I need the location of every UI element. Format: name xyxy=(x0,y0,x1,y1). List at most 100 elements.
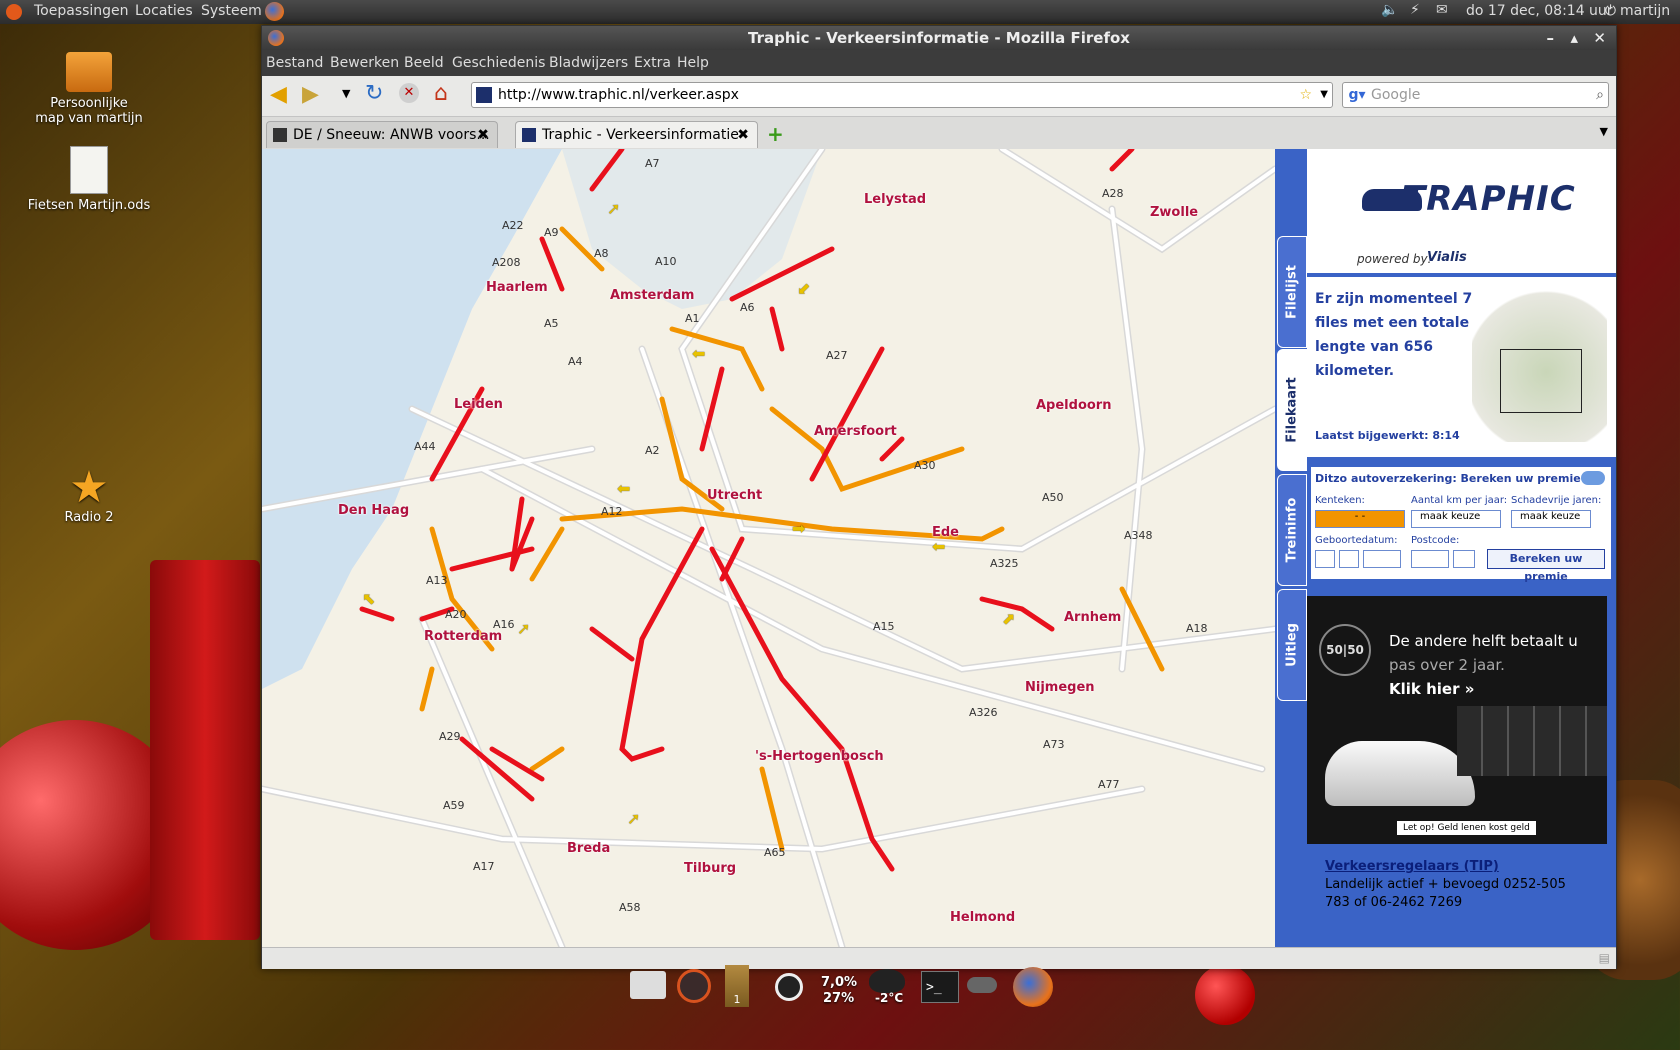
road-label: A4 xyxy=(568,355,583,368)
minimize-icon[interactable]: – xyxy=(1547,26,1555,50)
kenteken-input[interactable]: - - xyxy=(1315,510,1405,528)
mail-icon[interactable]: ✉ xyxy=(1436,2,1448,18)
tab-filelijst[interactable]: Filelijst xyxy=(1277,236,1307,348)
city-label[interactable]: Zwolle xyxy=(1150,205,1198,220)
tab-label: Traphic - Verkeersinformatie xyxy=(542,127,739,143)
postcode-letters-input[interactable] xyxy=(1453,550,1476,568)
road-label: A13 xyxy=(426,574,448,587)
desktop-icon-radio[interactable]: ★ Radio 2 xyxy=(19,466,159,526)
back-icon[interactable]: ◀ xyxy=(270,82,287,107)
insurance-title[interactable]: Ditzo autoverzekering: Bereken uw premie xyxy=(1315,472,1581,485)
city-label[interactable]: Den Haag xyxy=(338,503,409,518)
city-label[interactable]: 's-Hertogenbosch xyxy=(755,749,884,764)
tab-treininfo[interactable]: Treininfo xyxy=(1277,474,1307,586)
google-engine-icon[interactable]: g▾ xyxy=(1343,83,1371,107)
city-label[interactable]: Ede xyxy=(932,525,959,540)
url-dropdown-icon[interactable]: ▼ xyxy=(1320,83,1328,107)
volume-icon[interactable]: 🔈 xyxy=(1381,2,1398,18)
traphic-logo[interactable]: TRAPHIC xyxy=(1402,179,1576,219)
menu-places[interactable]: Locaties xyxy=(135,3,193,19)
stop-icon[interactable]: ✕ xyxy=(399,83,419,103)
weather-icon[interactable] xyxy=(869,969,905,993)
menu-help[interactable]: Help xyxy=(677,55,709,71)
minimap-thumbnail[interactable] xyxy=(1472,287,1607,442)
city-label[interactable]: Lelystad xyxy=(864,192,926,207)
tab-anwb[interactable]: DE / Sneeuw: ANWB voors... ✖ xyxy=(266,121,498,148)
city-label[interactable]: Haarlem xyxy=(486,280,548,295)
dock: 1 7,0% 27% -2°C >_ xyxy=(625,965,1055,1035)
maximize-icon[interactable]: ▴ xyxy=(1570,26,1578,50)
tab-close-icon[interactable]: ✖ xyxy=(477,122,489,148)
new-tab-icon[interactable]: + xyxy=(767,122,784,146)
city-label[interactable]: Utrecht xyxy=(707,488,762,503)
menu-file[interactable]: Bestand xyxy=(266,55,323,71)
tab-close-icon[interactable]: ✖ xyxy=(737,122,749,148)
ubuntu-logo-icon[interactable] xyxy=(6,4,22,20)
menu-bookmarks[interactable]: Bladwijzers xyxy=(549,55,628,71)
city-label[interactable]: Rotterdam xyxy=(424,629,502,644)
network-icon[interactable]: ⚡ xyxy=(1410,2,1420,18)
city-label[interactable]: Helmond xyxy=(950,910,1015,925)
title-bar[interactable]: Traphic - Verkeersinformatie - Mozilla F… xyxy=(262,26,1616,50)
schade-select[interactable]: maak keuze xyxy=(1511,510,1591,528)
reload-icon[interactable]: ↻ xyxy=(365,81,383,106)
ad-cta[interactable]: Klik hier » xyxy=(1389,680,1474,698)
city-label[interactable]: Breda xyxy=(567,841,610,856)
desktop-icon-home[interactable]: Persoonlijke map van martijn xyxy=(19,52,159,126)
bookmark-star-icon[interactable]: ☆ xyxy=(1299,83,1312,107)
ad-banner[interactable]: 50|50 De andere helft betaalt u pas over… xyxy=(1307,596,1607,844)
verkeersregelaars-link[interactable]: Verkeersregelaars (TIP) xyxy=(1325,859,1499,874)
firefox-launcher-icon[interactable] xyxy=(265,2,284,21)
city-label[interactable]: Apeldoorn xyxy=(1036,398,1111,413)
firefox-dock-icon[interactable] xyxy=(1013,967,1053,1007)
postcode-digits-input[interactable] xyxy=(1411,550,1449,568)
vialis-logo[interactable]: Vialis xyxy=(1427,250,1467,265)
city-label[interactable]: Leiden xyxy=(454,397,503,412)
menu-history[interactable]: Geschiedenis xyxy=(452,55,545,71)
postcode-fields[interactable] xyxy=(1411,550,1476,568)
traffic-map[interactable]: ➚ ⬅ ⬋ ⬅ ➡ ➚ ➚ ⬅ ⬈ ⬉ Lelystad Zwolle Haar… xyxy=(262,149,1275,947)
km-select[interactable]: maak keuze xyxy=(1411,510,1501,528)
road-label: A28 xyxy=(1102,187,1124,200)
forward-icon[interactable]: ▶ xyxy=(302,82,319,107)
search-box[interactable]: g▾ Google ⌕ xyxy=(1342,82,1609,108)
calculate-premium-button[interactable]: Bereken uw premie xyxy=(1487,549,1605,583)
menu-system[interactable]: Systeem xyxy=(201,3,262,19)
terminal-icon[interactable]: >_ xyxy=(921,971,959,1003)
city-label[interactable]: Nijmegen xyxy=(1025,680,1095,695)
menu-applications[interactable]: Toepassingen xyxy=(34,3,129,19)
url-bar[interactable]: http://www.traphic.nl/verkeer.aspx ☆ ▼ xyxy=(471,82,1333,108)
tab-traphic[interactable]: Traphic - Verkeersinformatie ✖ xyxy=(515,121,758,148)
gnome-eyes-icon[interactable] xyxy=(967,977,997,993)
menu-tools[interactable]: Extra xyxy=(634,55,671,71)
menu-view[interactable]: Beeld xyxy=(404,55,444,71)
ubuntu-menu-icon[interactable] xyxy=(677,969,711,1003)
tab-filekaart[interactable]: Filekaart xyxy=(1277,349,1307,471)
day-input[interactable] xyxy=(1315,550,1335,568)
tab-list-icon[interactable]: ▼ xyxy=(1600,125,1608,138)
home-icon[interactable]: ⌂ xyxy=(434,81,448,106)
workspace-switcher[interactable]: 1 xyxy=(725,965,749,1007)
resize-grip-icon[interactable]: ▤ xyxy=(1599,951,1610,965)
menu-edit[interactable]: Bewerken xyxy=(330,55,399,71)
geboortedatum-fields[interactable] xyxy=(1315,550,1402,568)
user-name[interactable]: martijn xyxy=(1620,3,1670,19)
month-input[interactable] xyxy=(1339,550,1360,568)
search-icon[interactable]: ⌕ xyxy=(1596,83,1604,107)
menu-bar: Bestand Bewerken Beeld Geschiedenis Blad… xyxy=(262,50,1616,76)
city-label[interactable]: Amsterdam xyxy=(610,288,694,303)
desktop-icon-spreadsheet[interactable]: Fietsen Martijn.ods xyxy=(19,146,159,213)
year-input[interactable] xyxy=(1363,550,1402,568)
close-icon[interactable]: ✕ xyxy=(1593,26,1606,50)
minimap-viewport[interactable] xyxy=(1500,349,1582,413)
clock[interactable]: do 17 dec, 08:14 uur xyxy=(1466,3,1613,19)
traffic-arrow-icon: ➚ xyxy=(607,199,621,218)
tab-uitleg[interactable]: Uitleg xyxy=(1277,589,1307,701)
city-label[interactable]: Amersfoort xyxy=(814,424,897,439)
power-icon[interactable]: ⏻ xyxy=(1605,3,1616,19)
city-label[interactable]: Tilburg xyxy=(684,861,736,876)
city-label[interactable]: Arnhem xyxy=(1064,610,1121,625)
history-dropdown-icon[interactable]: ▼ xyxy=(342,87,350,100)
power-button-icon[interactable] xyxy=(775,973,803,1001)
mail-launcher-icon[interactable] xyxy=(630,971,666,999)
